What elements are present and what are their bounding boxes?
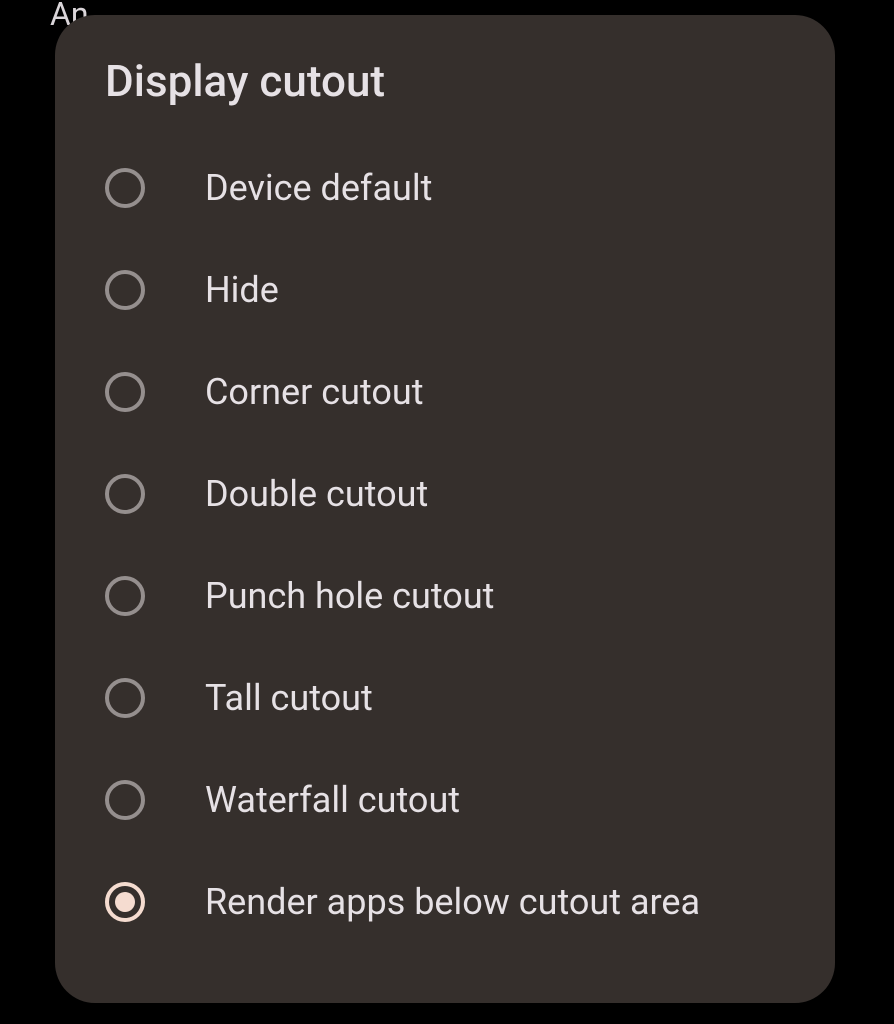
option-punch-hole-cutout[interactable]: Punch hole cutout xyxy=(55,545,835,647)
option-render-below-cutout[interactable]: Render apps below cutout area xyxy=(55,851,835,953)
option-waterfall-cutout[interactable]: Waterfall cutout xyxy=(55,749,835,851)
option-device-default[interactable]: Device default xyxy=(55,137,835,239)
radio-icon xyxy=(105,372,145,412)
option-corner-cutout[interactable]: Corner cutout xyxy=(55,341,835,443)
option-label: Waterfall cutout xyxy=(205,779,460,821)
option-label: Hide xyxy=(205,269,279,311)
option-label: Double cutout xyxy=(205,473,428,515)
radio-icon xyxy=(105,474,145,514)
option-label: Corner cutout xyxy=(205,371,424,413)
option-label: Render apps below cutout area xyxy=(205,881,700,923)
display-cutout-dialog: Display cutout Device default Hide Corne… xyxy=(55,15,835,1003)
option-label: Device default xyxy=(205,167,432,209)
radio-icon xyxy=(105,168,145,208)
option-double-cutout[interactable]: Double cutout xyxy=(55,443,835,545)
dialog-title: Display cutout xyxy=(55,55,835,137)
option-tall-cutout[interactable]: Tall cutout xyxy=(55,647,835,749)
option-label: Punch hole cutout xyxy=(205,575,494,617)
option-label: Tall cutout xyxy=(205,677,373,719)
radio-icon xyxy=(105,882,145,922)
option-hide[interactable]: Hide xyxy=(55,239,835,341)
radio-icon xyxy=(105,576,145,616)
radio-icon xyxy=(105,780,145,820)
radio-icon xyxy=(105,678,145,718)
radio-icon xyxy=(105,270,145,310)
